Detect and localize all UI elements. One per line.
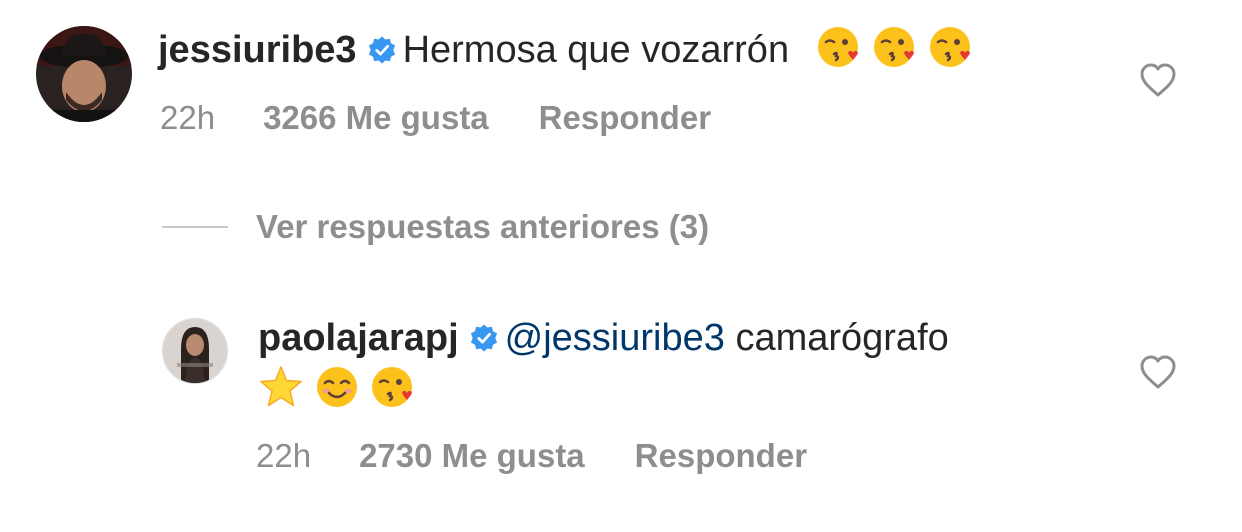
- comment-meta: 22h 2730 Me gusta Responder: [256, 436, 807, 476]
- likes-count[interactable]: 2730 Me gusta: [359, 436, 585, 476]
- mention-link[interactable]: @jessiuribe3: [505, 317, 725, 359]
- timestamp: 22h: [160, 99, 216, 136]
- heart-outline-icon[interactable]: [1139, 354, 1177, 390]
- verified-badge-icon: [368, 36, 395, 64]
- face-blowing-kiss-icon: [874, 27, 915, 67]
- divider-line: [162, 226, 228, 228]
- timestamp: 22h: [256, 437, 312, 474]
- username[interactable]: jessiuribe3: [158, 29, 357, 71]
- likes-count[interactable]: 3266 Me gusta: [263, 98, 489, 138]
- star-icon: [260, 366, 302, 407]
- comment-body: paolajarapj @jessiuribe3 camarógrafo: [258, 315, 949, 361]
- avatar[interactable]: [36, 26, 132, 122]
- comment-meta: 22h 3266 Me gusta Responder: [160, 98, 711, 138]
- comments-panel: jessiuribe3 Hermosa que vozarrón 22h 3266 …: [0, 0, 1242, 532]
- heart-outline-icon[interactable]: [1139, 62, 1177, 98]
- comment-emojis: [258, 364, 426, 413]
- comment-body: jessiuribe3 Hermosa que vozarrón: [158, 24, 984, 73]
- reply-button[interactable]: Responder: [635, 436, 807, 476]
- reply-button[interactable]: Responder: [539, 98, 711, 138]
- face-blowing-kiss-icon: [818, 27, 859, 67]
- face-blowing-kiss-icon: [930, 27, 971, 67]
- face-blowing-kiss-icon: [372, 367, 412, 407]
- username[interactable]: paolajarapj: [258, 317, 459, 359]
- verified-badge-icon: [470, 324, 497, 352]
- smiling-face-icon: [317, 367, 357, 407]
- avatar[interactable]: [162, 318, 228, 384]
- view-previous-replies[interactable]: Ver respuestas anteriores (3): [162, 207, 709, 247]
- comment-text: camarógrafo: [735, 317, 949, 359]
- comment-text: Hermosa que vozarrón: [402, 29, 790, 71]
- view-replies-label[interactable]: Ver respuestas anteriores (3): [256, 208, 709, 246]
